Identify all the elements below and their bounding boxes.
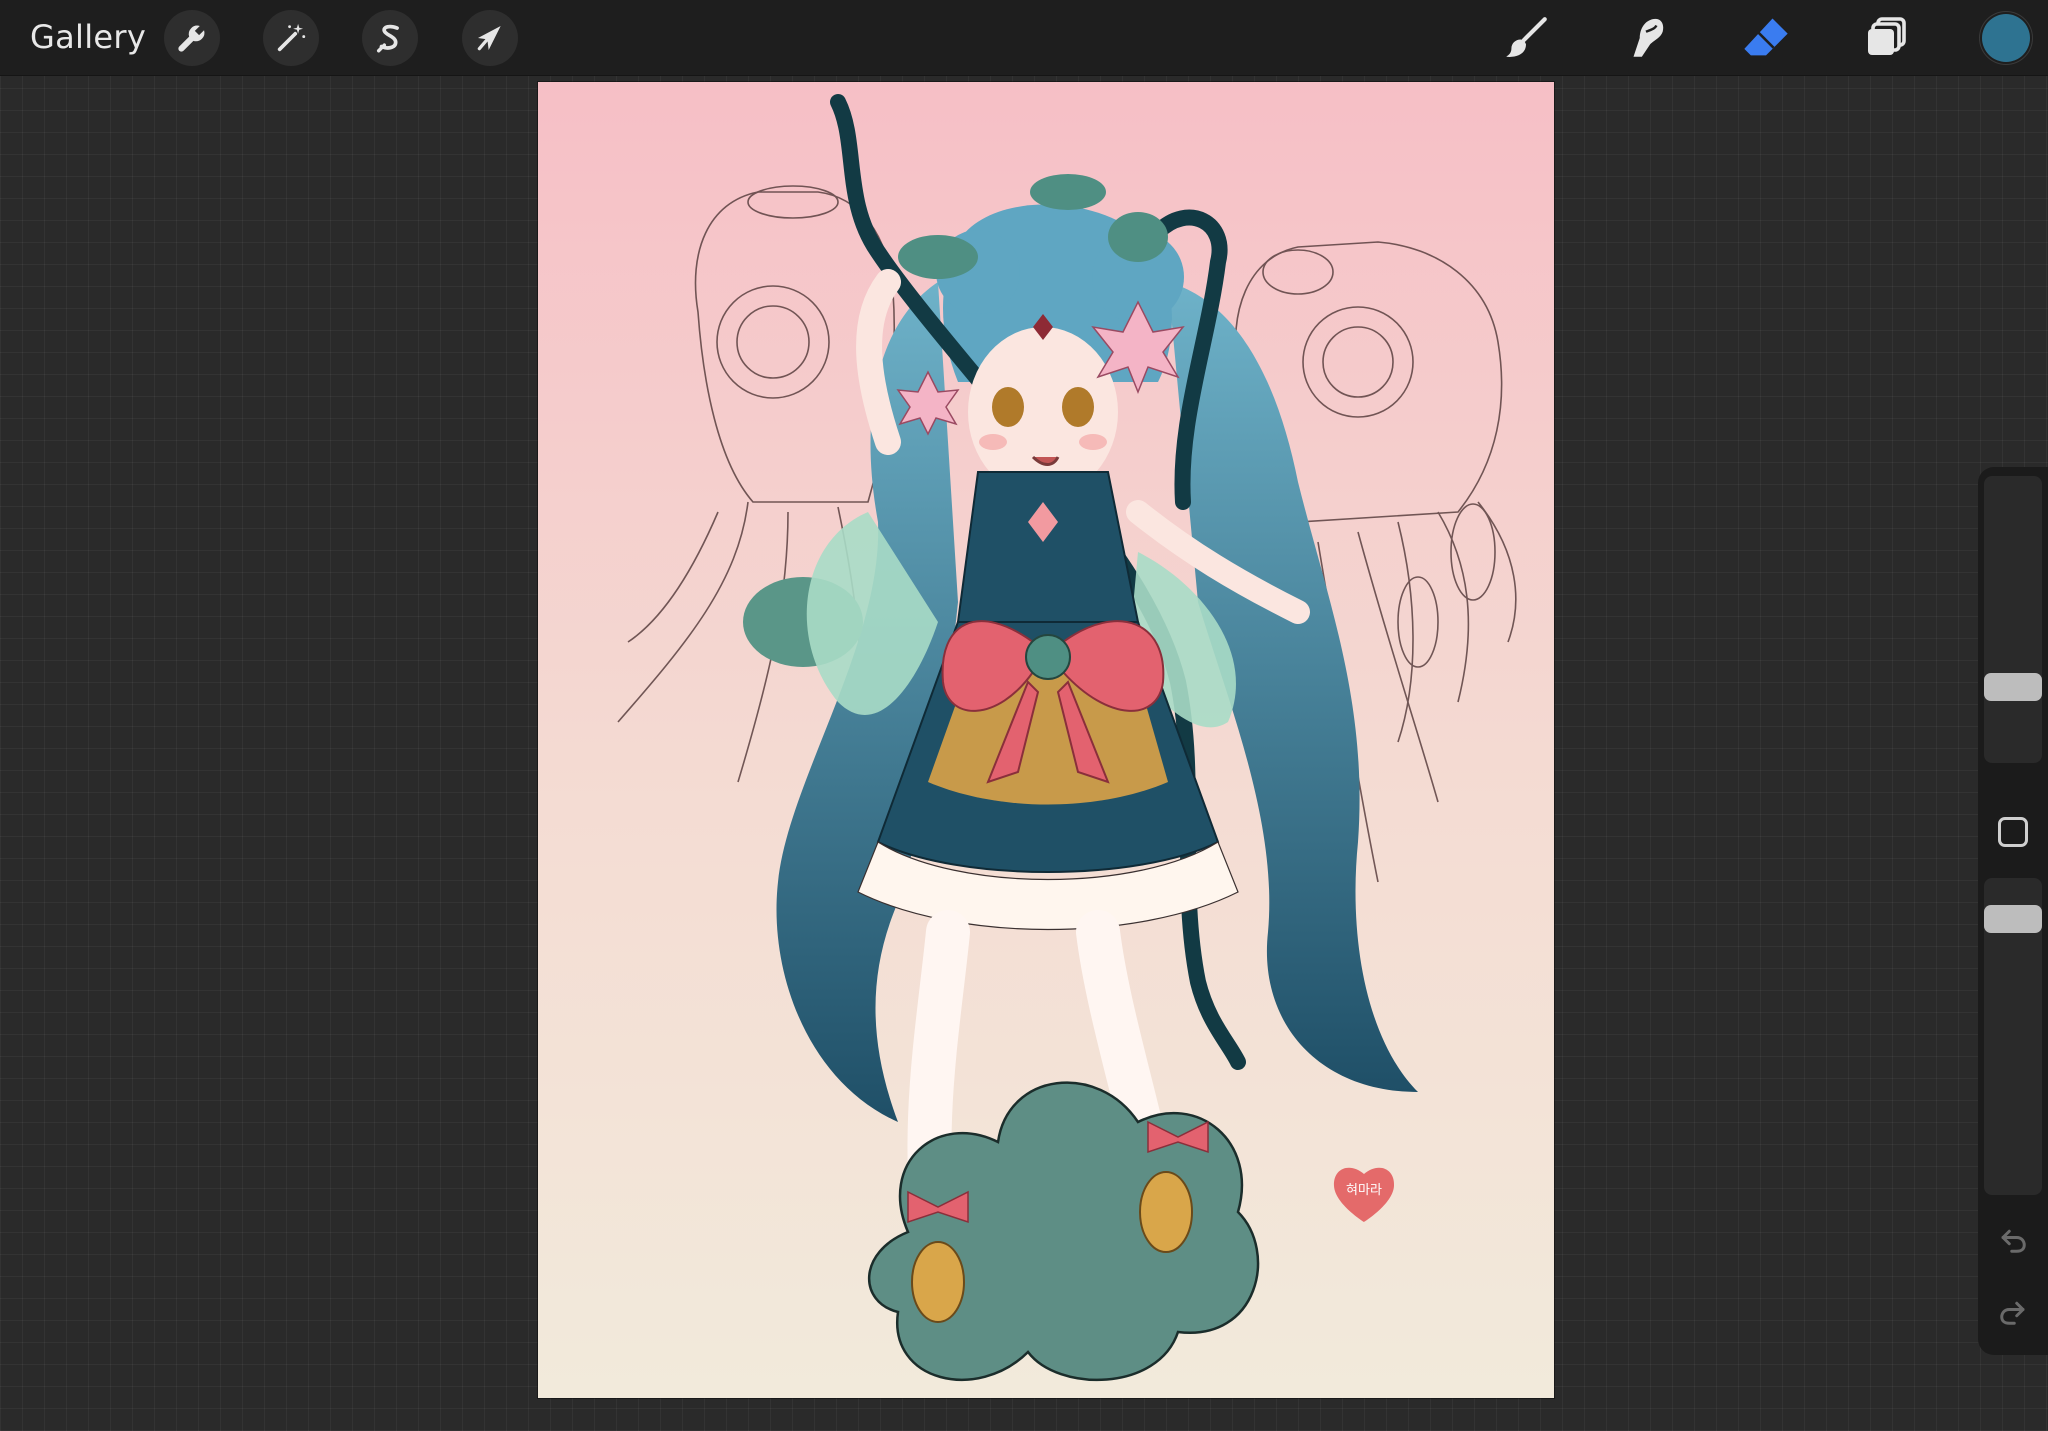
eraser-icon: [1744, 18, 1788, 56]
artwork: 혀마라: [538, 82, 1554, 1398]
redo-button[interactable]: [1993, 1292, 2033, 1332]
drawing-canvas[interactable]: 혀마라: [538, 82, 1554, 1398]
eraser-tool[interactable]: [1736, 8, 1796, 68]
wrench-icon: [178, 25, 205, 52]
opacity-thumb[interactable]: [1984, 905, 2042, 933]
square-modifier-button[interactable]: [1998, 817, 2028, 847]
selection-s-icon: [376, 24, 399, 53]
actions-button[interactable]: [164, 10, 220, 66]
layers-icon: [1868, 17, 1906, 55]
color-picker-button[interactable]: [1982, 14, 2030, 62]
smudge-tool[interactable]: [1616, 8, 1676, 68]
undo-button[interactable]: [1993, 1220, 2033, 1260]
magic-wand-icon: [277, 23, 306, 52]
smudge-finger-icon: [1633, 18, 1664, 57]
selection-button[interactable]: [362, 10, 418, 66]
brush-size-slider[interactable]: [1984, 476, 2042, 763]
signature-text: 혀마라: [1346, 1183, 1382, 1198]
transform-button[interactable]: [462, 10, 518, 66]
top-toolbar: Gallery: [0, 0, 2048, 76]
brush-tool[interactable]: [1496, 8, 1556, 68]
layers-tool[interactable]: [1856, 8, 1916, 68]
gallery-button[interactable]: Gallery: [30, 18, 146, 56]
arrow-cursor-icon: [477, 26, 501, 51]
brush-icon: [1506, 17, 1547, 57]
undo-arrow-icon: [2001, 1229, 2026, 1253]
redo-arrow-icon: [2000, 1301, 2025, 1325]
adjustments-button[interactable]: [263, 10, 319, 66]
brush-size-thumb[interactable]: [1984, 673, 2042, 701]
